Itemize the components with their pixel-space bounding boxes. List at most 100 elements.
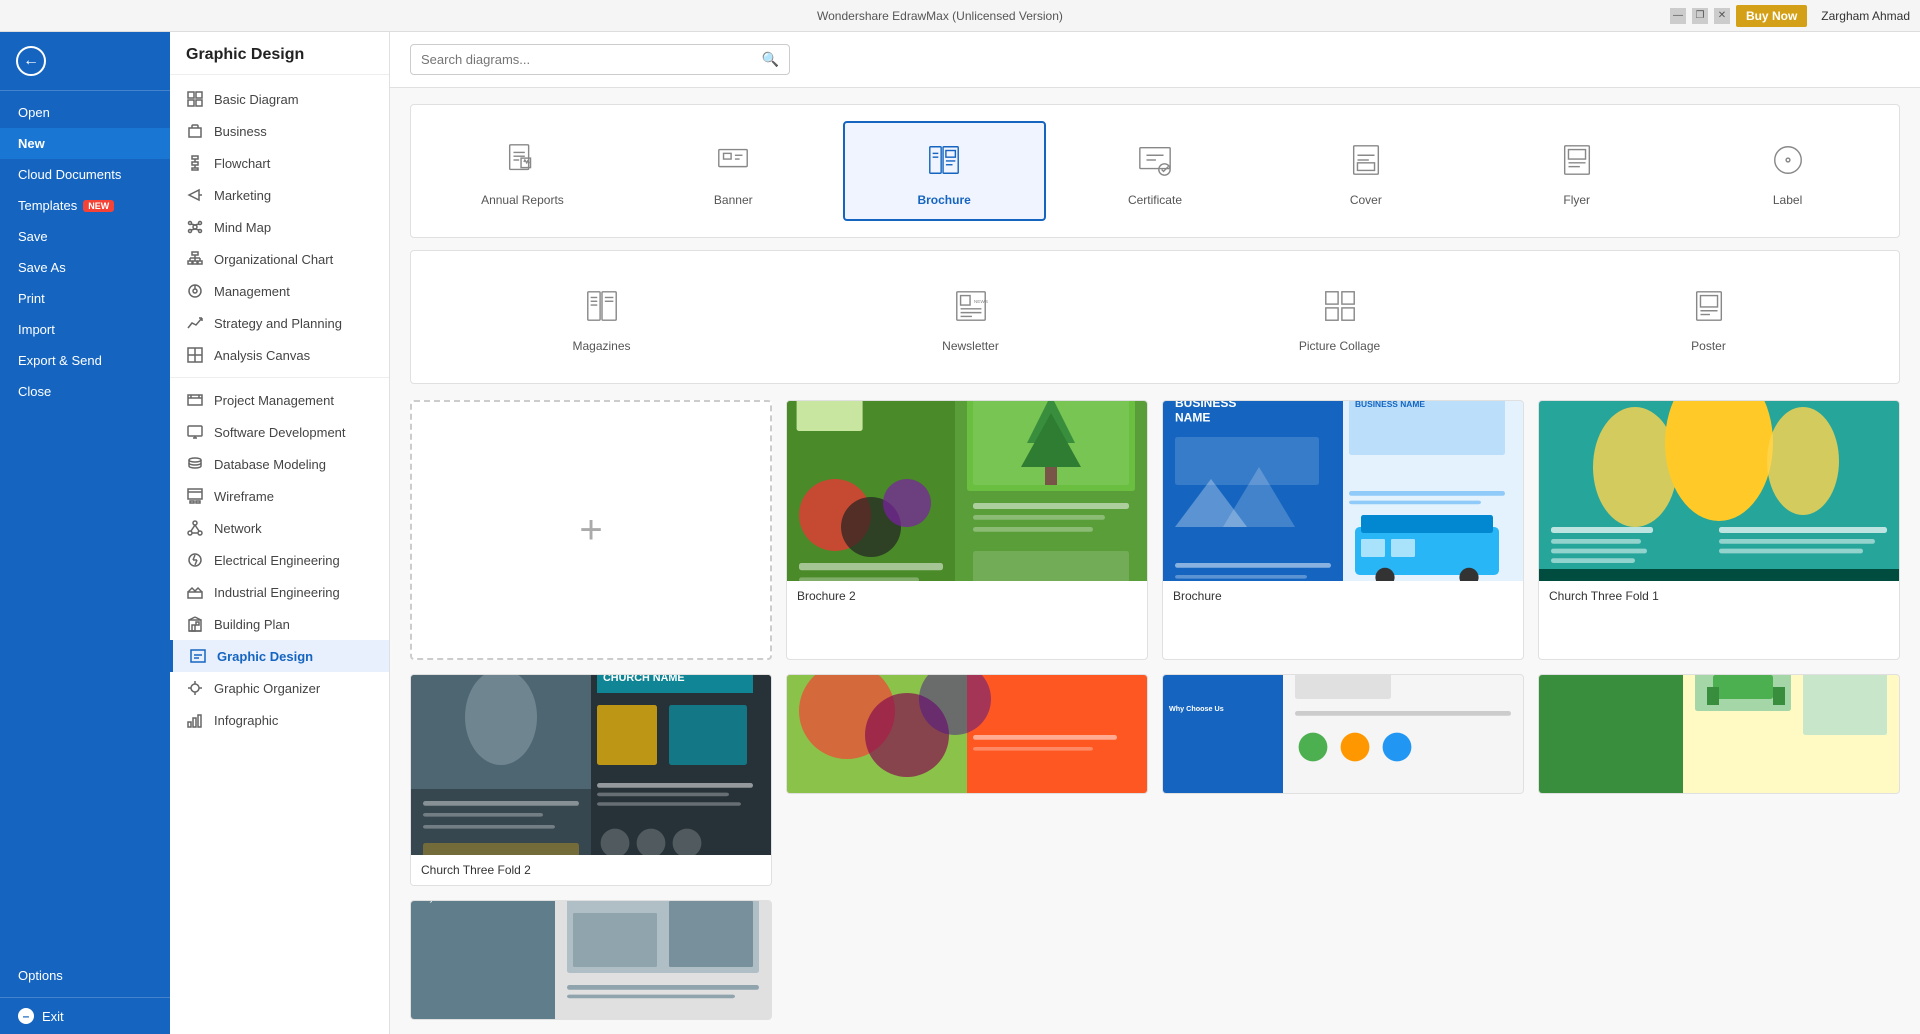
add-new-icon: + (579, 508, 602, 553)
sidebar-item-save[interactable]: Save (0, 221, 170, 252)
buy-now-button[interactable]: Buy Now (1736, 5, 1807, 27)
exit-label: Exit (42, 1009, 64, 1024)
sidebar-item-infographic[interactable]: Infographic (170, 704, 389, 736)
svg-text:BUSINESS NAME: BUSINESS NAME (1355, 401, 1425, 409)
sidebar-item-strategy[interactable]: Strategy and Planning (170, 307, 389, 339)
sidebar-item-cloud[interactable]: Cloud Documents (0, 159, 170, 190)
magazines-icon (577, 281, 627, 331)
sidebar-item-software[interactable]: Software Development (170, 416, 389, 448)
sidebar-item-project[interactable]: Project Management (170, 384, 389, 416)
category-icon-certificate[interactable]: Certificate (1054, 121, 1257, 221)
wireframe-icon (186, 487, 204, 505)
category-icon-newsletter[interactable]: NEWS Newsletter (790, 267, 1151, 367)
electrical-label: Electrical Engineering (214, 553, 340, 568)
sidebar-item-open[interactable]: Open (0, 97, 170, 128)
sidebar-item-electrical[interactable]: Electrical Engineering (170, 544, 389, 576)
title-bar: Wondershare EdrawMax (Unlicensed Version… (0, 0, 1920, 32)
category-icon-annual-reports[interactable]: Annual Reports (421, 121, 624, 221)
search-bar: 🔍 (390, 32, 1920, 88)
graphic-design-label: Graphic Design (217, 649, 313, 664)
close-button[interactable]: ✕ (1714, 8, 1730, 24)
sidebar-item-business[interactable]: Business (170, 115, 389, 147)
exit-button[interactable]: Exit (0, 997, 170, 1034)
graphic-organizer-label: Graphic Organizer (214, 681, 320, 696)
industrial-label: Industrial Engineering (214, 585, 340, 600)
sidebar-item-industrial[interactable]: Industrial Engineering (170, 576, 389, 608)
add-new-card[interactable]: + (410, 400, 772, 660)
banner-label: Banner (714, 193, 753, 207)
sidebar-item-orgchart[interactable]: Organizational Chart (170, 243, 389, 275)
network-label: Network (214, 521, 262, 536)
brochure-interior-card[interactable]: Why Choose Us (410, 900, 772, 1020)
label-label: Label (1773, 193, 1802, 207)
sidebar-item-print[interactable]: Print (0, 283, 170, 314)
sidebar-item-saveas[interactable]: Save As (0, 252, 170, 283)
business-label: Business (214, 124, 267, 139)
sidebar-item-basic-diagram[interactable]: Basic Diagram (170, 83, 389, 115)
restore-button[interactable]: ❐ (1692, 8, 1708, 24)
church-threefold2-thumb: CHURCH NAME (411, 675, 771, 855)
church-threefold2-card[interactable]: CHURCH NAME (410, 674, 772, 886)
brochure-corporate-card[interactable]: Why Choose Us CORPORATE NAME (1162, 674, 1524, 794)
category-icon-banner[interactable]: Banner (632, 121, 835, 221)
app-container: ← Open New Cloud Documents Templates NEW… (0, 32, 1920, 1034)
sidebar-item-import[interactable]: Import (0, 314, 170, 345)
brochure-food-card[interactable]: Special Food (786, 674, 1148, 794)
flowchart-label: Flowchart (214, 156, 270, 171)
sidebar-item-export[interactable]: Export & Send (0, 345, 170, 376)
search-input[interactable] (421, 52, 762, 67)
poster-label: Poster (1691, 339, 1726, 353)
category-icon-cover[interactable]: Cover (1264, 121, 1467, 221)
sidebar-item-marketing[interactable]: Marketing (170, 179, 389, 211)
svg-text:Why Choose Us: Why Choose Us (417, 901, 478, 903)
svg-text:NAME: NAME (1175, 410, 1210, 424)
wireframe-label: Wireframe (214, 489, 274, 504)
church-threefold1-card[interactable]: SERMON Programs & Topics Church Three Fo… (1538, 400, 1900, 660)
poster-icon (1684, 281, 1734, 331)
category-icon-poster[interactable]: Poster (1528, 267, 1889, 367)
brochure-furniture-card[interactable]: Furniture Sale (1538, 674, 1900, 794)
sidebar-item-building[interactable]: Building Plan (170, 608, 389, 640)
sidebar-item-close[interactable]: Close (0, 376, 170, 407)
brochure2-card[interactable]: SAVE BIG (786, 400, 1148, 660)
sidebar-item-graphic-design[interactable]: Graphic Design (170, 640, 389, 672)
cover-label: Cover (1350, 193, 1382, 207)
cover-icon (1341, 135, 1391, 185)
sidebar-item-analysis[interactable]: Analysis Canvas (170, 339, 389, 371)
infographic-icon (186, 711, 204, 729)
label-icon (1763, 135, 1813, 185)
svg-text:Furniture Sale: Furniture Sale (1545, 675, 1602, 677)
sidebar-item-templates[interactable]: Templates NEW (0, 190, 170, 221)
sidebar-item-management[interactable]: Management (170, 275, 389, 307)
category-icon-picture-collage[interactable]: Picture Collage (1159, 267, 1520, 367)
sidebar-item-new[interactable]: New (0, 128, 170, 159)
orgchart-label: Organizational Chart (214, 252, 333, 267)
minimize-button[interactable]: — (1670, 8, 1686, 24)
strategy-icon (186, 314, 204, 332)
search-input-wrap[interactable]: 🔍 (410, 44, 790, 75)
category-icon-magazines[interactable]: Magazines (421, 267, 782, 367)
title-bar-controls: — ❐ ✕ Buy Now Zargham Ahmad (1670, 5, 1910, 27)
sidebar-item-network[interactable]: Network (170, 512, 389, 544)
business-icon (186, 122, 204, 140)
flyer-label: Flyer (1563, 193, 1590, 207)
sidebar-item-options[interactable]: Options (0, 960, 170, 991)
flyer-icon (1552, 135, 1602, 185)
sidebar-item-mindmap[interactable]: Mind Map (170, 211, 389, 243)
svg-text:BUSINESS: BUSINESS (1175, 401, 1236, 410)
category-icon-label[interactable]: Label (1686, 121, 1889, 221)
sidebar-item-flowchart[interactable]: Flowchart (170, 147, 389, 179)
brochure-icon (919, 135, 969, 185)
category-icon-brochure[interactable]: Brochure (843, 121, 1046, 221)
mindmap-icon (186, 218, 204, 236)
back-button[interactable]: ← (16, 46, 46, 76)
church-threefold2-label: Church Three Fold 2 (411, 855, 771, 885)
brochure-food-thumb: Special Food (787, 675, 1147, 794)
graphic-design-icon (189, 647, 207, 665)
brochure-card[interactable]: BUSINESS NAME BUSINESS NAME (1162, 400, 1524, 660)
sidebar-item-wireframe[interactable]: Wireframe (170, 480, 389, 512)
category-icon-flyer[interactable]: Flyer (1475, 121, 1678, 221)
sidebar-item-database[interactable]: Database Modeling (170, 448, 389, 480)
software-label: Software Development (214, 425, 346, 440)
sidebar-item-graphic-organizer[interactable]: Graphic Organizer (170, 672, 389, 704)
